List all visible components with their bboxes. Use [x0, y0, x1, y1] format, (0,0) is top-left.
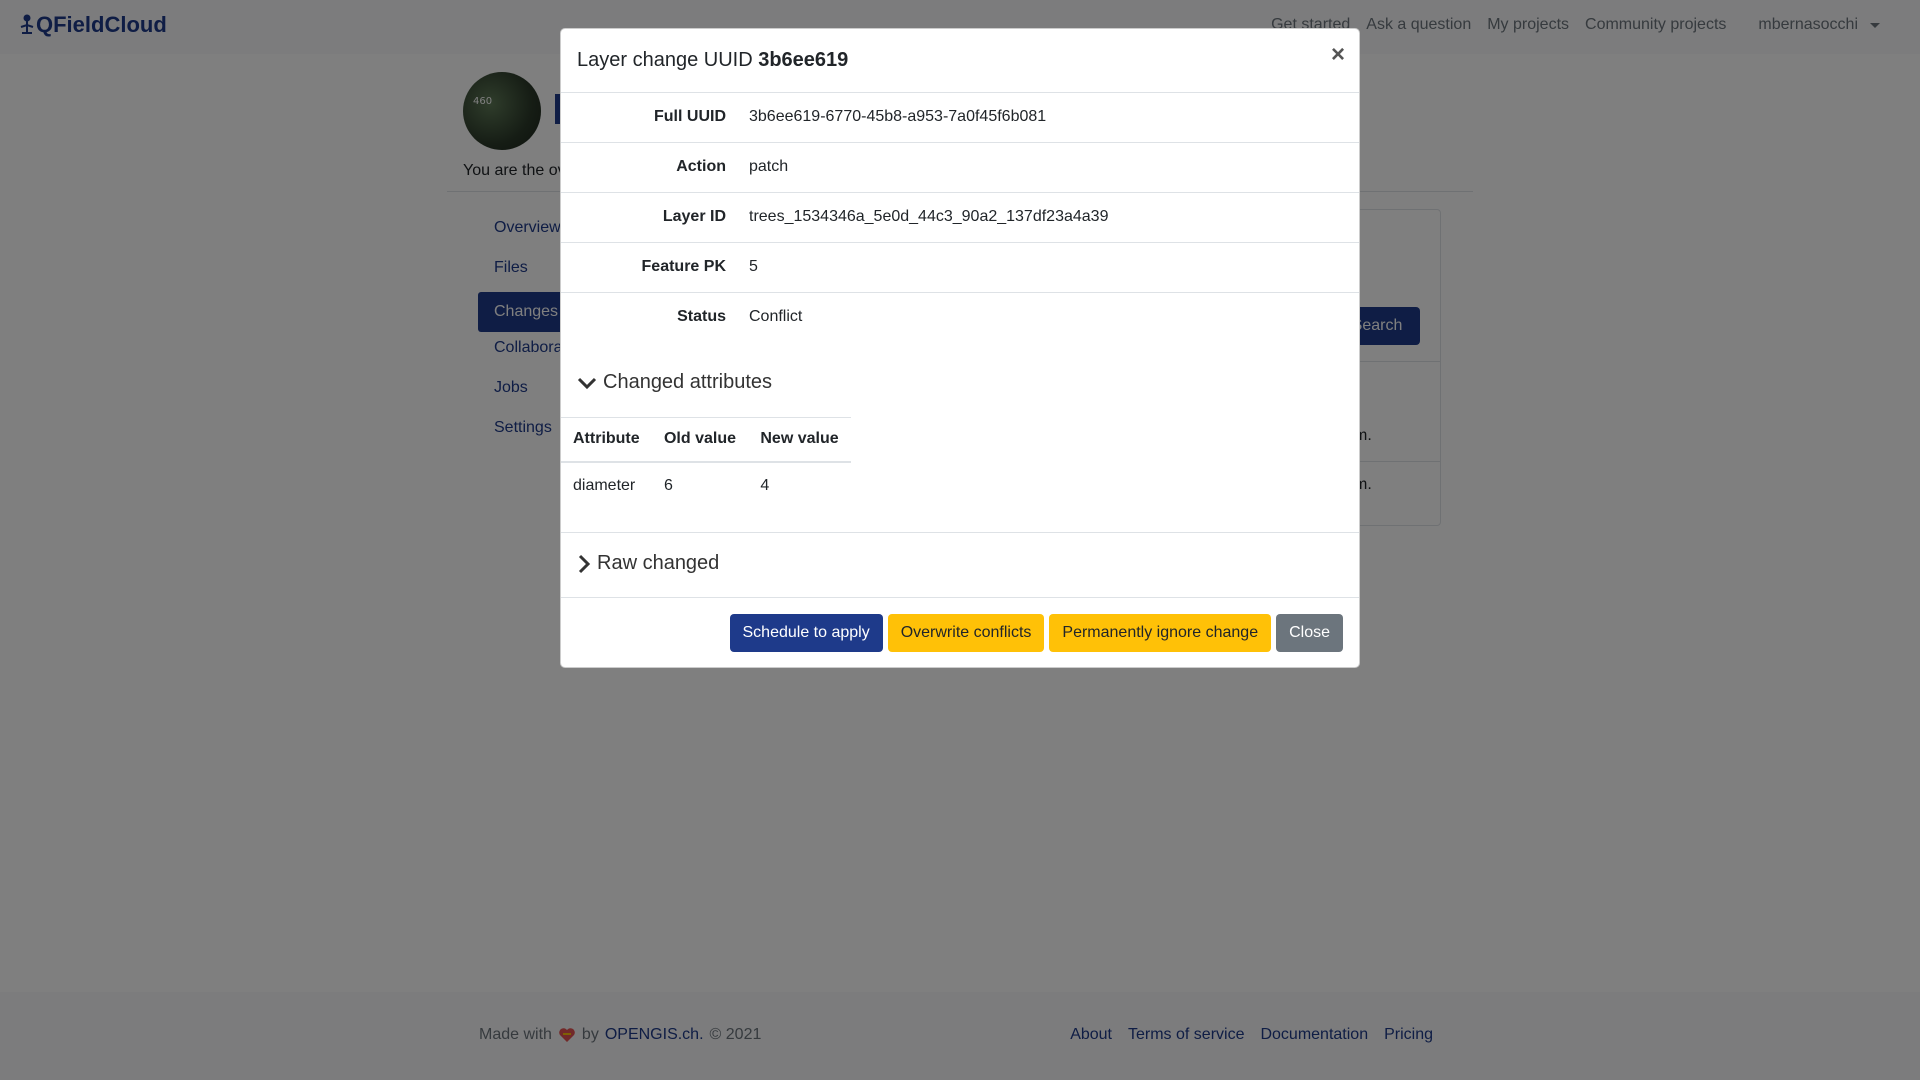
- modal-title-uuid: 3b6ee619: [758, 49, 849, 71]
- changed-attributes-toggle[interactable]: Changed attributes: [577, 371, 772, 394]
- table-row: diameter 6 4: [561, 462, 851, 509]
- table-cell: 4: [760, 477, 770, 494]
- close-button[interactable]: Close: [1276, 614, 1343, 652]
- detail-row-full-uuid: Full UUID 3b6ee619-6770-45b8-a953-7a0f45…: [561, 93, 1359, 143]
- changed-attributes-label: Changed attributes: [603, 371, 773, 393]
- detail-key: Layer ID: [662, 208, 726, 225]
- table-cell: 6: [663, 477, 673, 494]
- column-header: New value: [748, 417, 851, 463]
- raw-changed-toggle[interactable]: Raw changed: [577, 552, 719, 575]
- modal-title: Layer change UUID 3b6ee619: [577, 49, 848, 72]
- detail-row-status: Status Conflict: [561, 293, 1359, 342]
- chevron-right-icon: [578, 554, 591, 573]
- detail-row-layer-id: Layer ID trees_1534346a_5e0d_44c3_90a2_1…: [561, 193, 1359, 243]
- close-icon[interactable]: ×: [1331, 43, 1345, 67]
- divider: [561, 597, 1359, 598]
- ignore-change-button[interactable]: Permanently ignore change: [1049, 614, 1272, 652]
- detail-key: Feature PK: [641, 258, 726, 275]
- schedule-to-apply-button[interactable]: Schedule to apply: [729, 614, 883, 652]
- chevron-down-icon: [577, 377, 597, 389]
- table-cell: diameter: [573, 477, 636, 494]
- modal-title-prefix: Layer change UUID: [577, 49, 753, 71]
- layer-change-modal: Layer change UUID 3b6ee619 × Full UUID 3…: [560, 28, 1360, 668]
- raw-changed-label: Raw changed: [597, 552, 720, 574]
- detail-key: Status: [677, 308, 726, 325]
- detail-key: Action: [676, 158, 726, 175]
- column-header: Attribute: [561, 417, 652, 463]
- detail-key: Full UUID: [654, 108, 726, 125]
- divider: [561, 532, 1359, 533]
- changed-attributes-table: Attribute Old value New value diameter 6…: [561, 417, 851, 509]
- change-details: Full UUID 3b6ee619-6770-45b8-a953-7a0f45…: [561, 93, 1359, 342]
- column-header: Old value: [651, 417, 749, 463]
- detail-value: Conflict: [749, 308, 803, 325]
- modal-footer: Schedule to apply Overwrite conflicts Pe…: [729, 614, 1343, 652]
- detail-value: 3b6ee619-6770-45b8-a953-7a0f45f6b081: [749, 108, 1047, 125]
- detail-row-action: Action patch: [561, 143, 1359, 193]
- overwrite-conflicts-button[interactable]: Overwrite conflicts: [887, 614, 1045, 652]
- table-header-row: Attribute Old value New value: [561, 417, 851, 463]
- modal-header: Layer change UUID 3b6ee619 ×: [561, 29, 1359, 93]
- detail-row-feature-pk: Feature PK 5: [561, 243, 1359, 293]
- detail-value: trees_1534346a_5e0d_44c3_90a2_137df23a4a…: [749, 208, 1109, 225]
- detail-value: patch: [749, 158, 789, 175]
- detail-value: 5: [749, 258, 758, 275]
